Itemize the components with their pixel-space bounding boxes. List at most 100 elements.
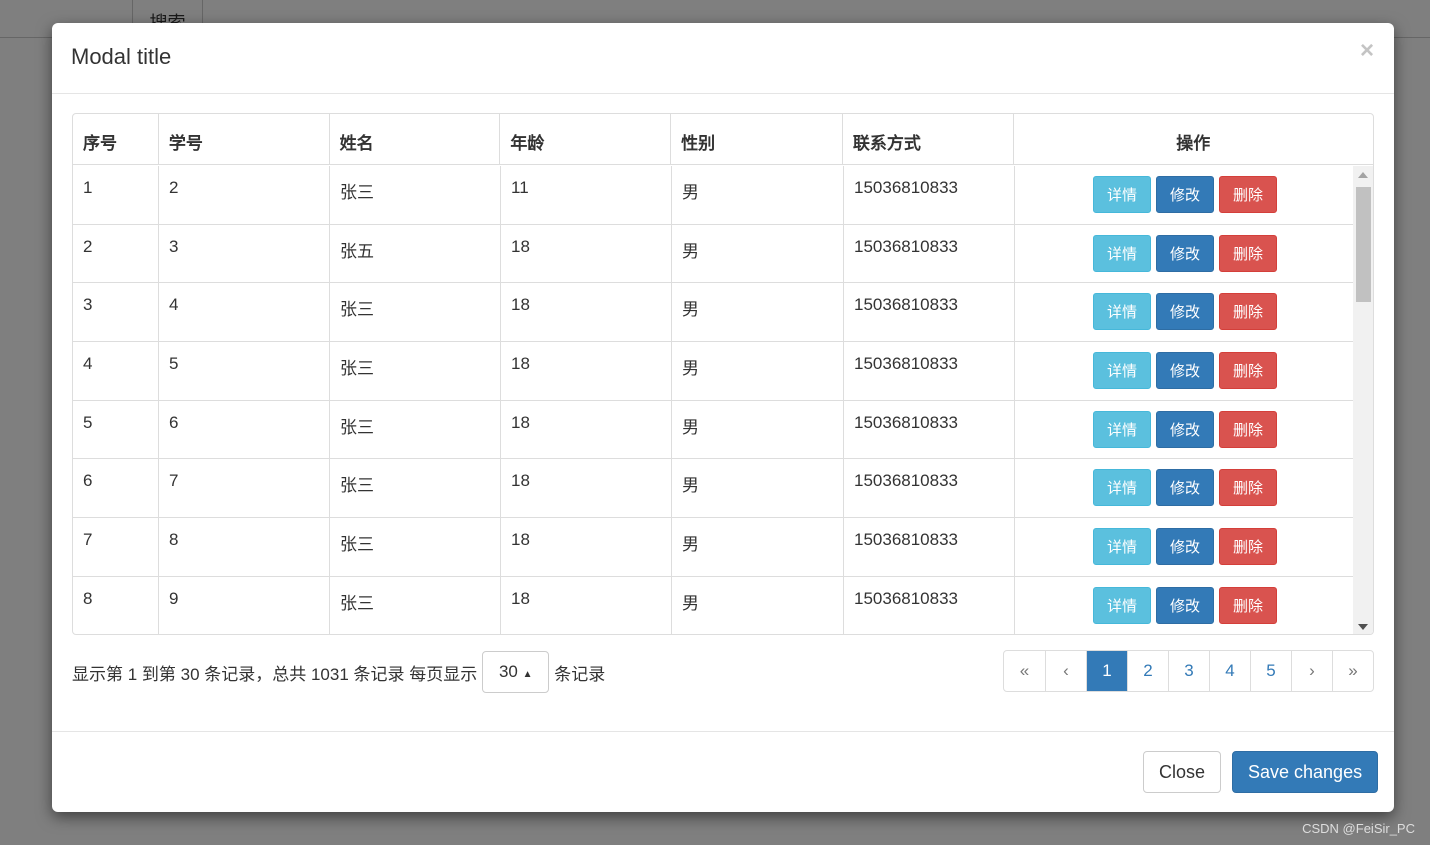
delete-button[interactable]: 删除: [1219, 352, 1277, 390]
column-header[interactable]: 姓名: [330, 114, 501, 164]
table-cell: 1: [73, 166, 159, 224]
table-cell: 张三: [330, 518, 501, 576]
table-cell: 18: [501, 342, 672, 400]
table-row: 5 6 张三 18 男 15036810833 详情 修改 删除: [73, 400, 1355, 460]
table-cell: 15036810833: [844, 459, 1015, 518]
table-cell: 11: [501, 166, 672, 224]
page-link[interactable]: 5: [1250, 651, 1291, 691]
table-cell: 张五: [330, 224, 501, 283]
scrollbar-thumb[interactable]: [1356, 187, 1371, 302]
table-cell: 18: [501, 576, 672, 634]
detail-button[interactable]: 详情: [1093, 469, 1151, 507]
edit-button[interactable]: 修改: [1156, 469, 1214, 507]
table-cell: 张三: [330, 576, 501, 634]
page-link[interactable]: 3: [1168, 651, 1209, 691]
table-cell: 4: [159, 283, 330, 342]
page-link[interactable]: ›: [1291, 651, 1332, 691]
actions-cell: 详情 修改 删除: [1015, 577, 1355, 634]
modal-header: Modal title ×: [52, 23, 1394, 94]
actions-cell: 详情 修改 删除: [1015, 518, 1355, 576]
page-size-select[interactable]: 30 ▲: [482, 651, 550, 693]
detail-button[interactable]: 详情: [1093, 176, 1151, 213]
table-cell: 15036810833: [844, 283, 1015, 342]
table-cell: 5: [73, 400, 159, 459]
column-header[interactable]: 性别: [671, 114, 843, 164]
table-cell: 18: [501, 224, 672, 283]
modal-footer-divider: [52, 731, 1394, 732]
close-icon[interactable]: ×: [1360, 37, 1374, 65]
table-cell: 张三: [330, 400, 501, 459]
column-header[interactable]: 学号: [159, 114, 330, 164]
column-header[interactable]: 年龄: [500, 114, 672, 164]
delete-button[interactable]: 删除: [1219, 528, 1277, 566]
detail-button[interactable]: 详情: [1093, 234, 1151, 272]
table-cell: 男: [672, 224, 844, 283]
detail-button[interactable]: 详情: [1093, 352, 1151, 390]
scroll-down-icon[interactable]: [1358, 624, 1368, 630]
detail-button[interactable]: 详情: [1093, 410, 1151, 448]
table-cell: 张三: [330, 342, 501, 400]
table-cell: 15036810833: [844, 166, 1015, 224]
delete-button[interactable]: 删除: [1219, 293, 1277, 331]
delete-button[interactable]: 删除: [1219, 586, 1277, 624]
scrollbar[interactable]: [1353, 166, 1373, 634]
table-row: 6 7 张三 18 男 15036810833 详情 修改 删除: [73, 459, 1355, 519]
actions-cell: 详情 修改 删除: [1015, 342, 1355, 400]
table-cell: 张三: [330, 459, 501, 518]
table-cell: 15036810833: [844, 224, 1015, 283]
records-suffix: 条记录: [554, 664, 606, 684]
scroll-up-icon[interactable]: [1358, 172, 1368, 178]
page-link[interactable]: 4: [1209, 651, 1250, 691]
table-cell: 15036810833: [844, 518, 1015, 576]
table-header: 序号 学号 姓名 年龄 性别 联系方式 操作: [73, 114, 1373, 165]
delete-button[interactable]: 删除: [1219, 410, 1277, 448]
table-cell: 5: [159, 342, 330, 400]
edit-button[interactable]: 修改: [1156, 176, 1214, 213]
table-cell: 18: [501, 459, 672, 518]
column-header[interactable]: 操作: [1014, 114, 1373, 164]
table-cell: 男: [672, 400, 844, 459]
table-row: 2 3 张五 18 男 15036810833 详情 修改 删除: [73, 224, 1355, 284]
table-cell: 男: [672, 342, 844, 400]
pagination-info: 显示第 1 到第 30 条记录，总共 1031 条记录 每页显示 30 ▲ 条记…: [72, 651, 605, 693]
edit-button[interactable]: 修改: [1156, 234, 1214, 272]
table-cell: 3: [73, 283, 159, 342]
table-cell: 8: [73, 576, 159, 634]
table-cell: 6: [73, 459, 159, 518]
save-changes-button[interactable]: Save changes: [1232, 751, 1379, 793]
actions-cell: 详情 修改 删除: [1015, 401, 1355, 459]
table-cell: 3: [159, 224, 330, 283]
detail-button[interactable]: 详情: [1093, 293, 1151, 331]
table-cell: 6: [159, 400, 330, 459]
page-link[interactable]: «: [1004, 651, 1045, 691]
table-cell: 男: [672, 283, 844, 342]
table-cell: 7: [73, 518, 159, 576]
page-link[interactable]: ‹: [1045, 651, 1086, 691]
table-cell: 男: [672, 166, 844, 224]
modal-title: Modal title: [71, 44, 172, 69]
edit-button[interactable]: 修改: [1156, 586, 1214, 624]
delete-button[interactable]: 删除: [1219, 469, 1277, 507]
page-link[interactable]: 1: [1086, 651, 1127, 691]
edit-button[interactable]: 修改: [1156, 352, 1214, 390]
column-header[interactable]: 联系方式: [843, 114, 1014, 164]
actions-cell: 详情 修改 删除: [1015, 283, 1355, 341]
delete-button[interactable]: 删除: [1219, 234, 1277, 272]
edit-button[interactable]: 修改: [1156, 410, 1214, 448]
table-row: 4 5 张三 18 男 15036810833 详情 修改 删除: [73, 342, 1355, 401]
detail-button[interactable]: 详情: [1093, 586, 1151, 624]
detail-button[interactable]: 详情: [1093, 528, 1151, 566]
edit-button[interactable]: 修改: [1156, 528, 1214, 566]
column-header[interactable]: 序号: [73, 114, 159, 164]
page-size-value: 30: [498, 662, 518, 681]
delete-button[interactable]: 删除: [1219, 176, 1277, 213]
table-cell: 2: [73, 224, 159, 283]
edit-button[interactable]: 修改: [1156, 293, 1214, 331]
table-cell: 男: [672, 576, 844, 634]
table-body[interactable]: 1 2 张三 11 男 15036810833 详情 修改 删除 2 3 张五 18 男 150368108…: [73, 166, 1355, 634]
page-link[interactable]: 2: [1127, 651, 1168, 691]
page-link[interactable]: »: [1332, 651, 1373, 691]
actions-cell: 详情 修改 删除: [1015, 166, 1355, 224]
table-cell: 男: [672, 459, 844, 518]
close-button[interactable]: Close: [1143, 751, 1222, 793]
